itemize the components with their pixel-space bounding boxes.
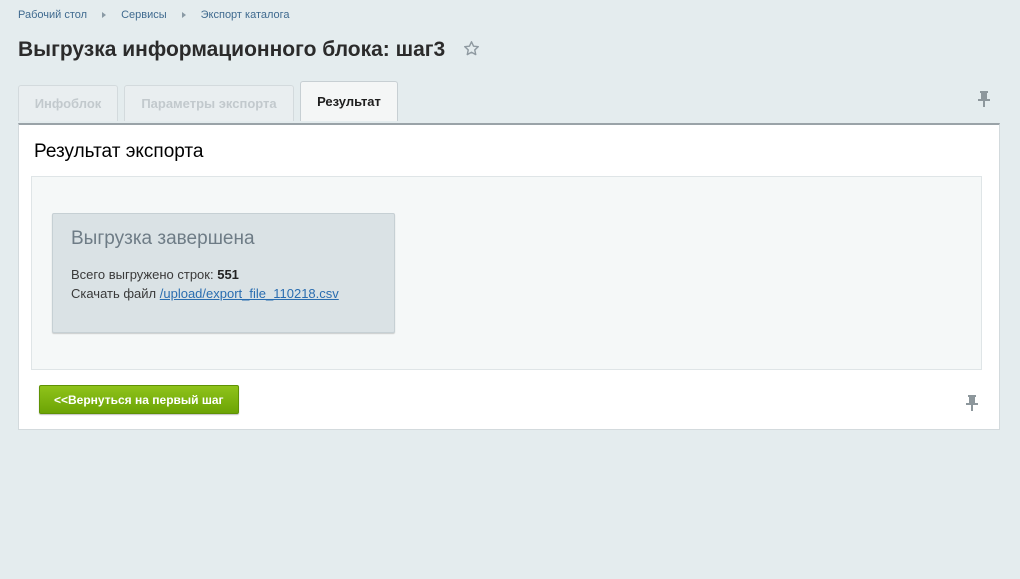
result-title: Выгрузка завершена [71,228,255,249]
rows-exported-count: 551 [217,267,239,282]
chevron-right-icon [102,12,107,18]
pin-icon[interactable] [965,394,979,417]
rows-exported-label: Всего выгружено строк: [71,267,214,282]
download-file-link[interactable]: /upload/export_file_110218.csv [160,286,339,301]
rows-exported-line: Всего выгружено строк: 551 [71,267,239,282]
tab-infoblock[interactable]: Инфоблок [18,85,118,121]
pin-icon[interactable] [977,90,991,113]
breadcrumb: Рабочий стол Сервисы Экспорт каталога [18,9,290,21]
back-to-first-step-button[interactable]: <<Вернуться на первый шаг [39,385,239,414]
title-row: Выгрузка информационного блока: шаг3 [18,38,480,62]
page-title: Выгрузка информационного блока: шаг3 [18,38,446,61]
download-label: Скачать файл [71,286,157,301]
star-icon[interactable] [463,40,480,62]
export-complete-box: Выгрузка завершена Всего выгружено строк… [52,213,395,333]
chevron-right-icon [181,12,186,18]
result-panel: Результат экспорта Выгрузка завершена Вс… [18,123,1000,430]
breadcrumb-item-catalog-export[interactable]: Экспорт каталога [201,9,290,21]
panel-heading: Результат экспорта [34,141,204,162]
download-line: Скачать файл /upload/export_file_110218.… [71,286,339,301]
tab-result[interactable]: Результат [300,81,398,121]
tab-export-params[interactable]: Параметры экспорта [124,85,294,121]
breadcrumb-item-desktop[interactable]: Рабочий стол [18,9,87,21]
result-area: Выгрузка завершена Всего выгружено строк… [31,176,982,370]
tab-bar: Инфоблок Параметры экспорта Результат [18,79,404,121]
breadcrumb-item-services[interactable]: Сервисы [121,9,167,21]
